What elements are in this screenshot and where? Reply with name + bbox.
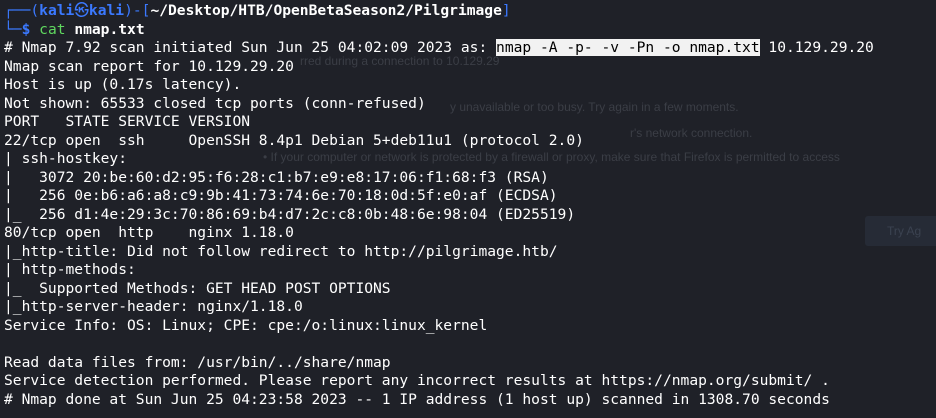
- prompt-corner: ┌──: [4, 2, 31, 19]
- output-line: Nmap scan report for 10.129.29.20: [4, 57, 294, 75]
- output-text: 10.129.29.20: [759, 39, 874, 56]
- output-text: # Nmap 7.92 scan initiated Sun Jun 25 04…: [4, 39, 497, 56]
- prompt-separator: )-[: [124, 2, 151, 19]
- prompt-bracket-close: ]: [501, 2, 511, 19]
- output-line: Not shown: 65533 closed tcp ports (conn-…: [4, 94, 426, 112]
- selected-text-highlight[interactable]: nmap -A -p- -v -Pn -o nmap.txt: [496, 39, 760, 56]
- background-try-again-button: Try Ag: [865, 216, 936, 246]
- prompt-user: kali: [39, 2, 75, 19]
- background-error-text: • If your computer or network is protect…: [263, 150, 840, 164]
- command-argument: nmap.txt: [74, 20, 145, 38]
- command-name: cat: [39, 20, 66, 38]
- prompt-dollar: $: [21, 20, 31, 38]
- command-line[interactable]: └─$ cat nmap.txt: [4, 21, 145, 40]
- output-line: | 3072 20:be:60:d2:95:f6:28:c1:b7:e9:e8:…: [4, 168, 549, 186]
- terminal-window[interactable]: rred during a connection to 10.129.29 y …: [0, 0, 936, 418]
- output-line: |_ Supported Methods: GET HEAD POST OPTI…: [4, 279, 391, 297]
- output-line: # Nmap done at Sun Jun 25 04:23:58 2023 …: [4, 390, 830, 408]
- output-line: # Nmap 7.92 scan initiated Sun Jun 25 04…: [4, 39, 874, 58]
- prompt-paren-open: (: [30, 2, 40, 19]
- prompt-cwd: ~/Desktop/HTB/OpenBetaSeason2/Pilgrimage: [150, 2, 502, 19]
- output-line: 80/tcp open http nginx 1.18.0: [4, 224, 294, 241]
- prompt-at-symbol: ㉿: [74, 2, 89, 19]
- output-line: 22/tcp open ssh OpenSSH 8.4p1 Debian 5+d…: [4, 131, 584, 149]
- output-line: | http-methods:: [4, 261, 145, 278]
- background-error-text: r's network connection.: [630, 126, 753, 140]
- prompt-line: ┌──(kali㉿kali)-[~/Desktop/HTB/OpenBetaSe…: [4, 2, 511, 21]
- output-line: PORT STATE SERVICE VERSION: [4, 113, 251, 130]
- output-line: |_ 256 d1:4e:29:3c:70:86:69:b4:d7:2c:c8:…: [4, 205, 576, 223]
- output-line: Service detection performed. Please repo…: [4, 372, 830, 389]
- output-line: Read data files from: /usr/bin/../share/…: [4, 353, 391, 371]
- output-line: Host is up (0.17s latency).: [4, 76, 242, 93]
- prompt-corner-bottom: └─: [4, 20, 22, 38]
- output-line: | 256 0e:b6:a6:a8:c9:9b:41:73:74:6e:70:1…: [4, 187, 558, 204]
- output-line: | ssh-hostkey:: [4, 150, 136, 167]
- background-error-text: y unavailable or too busy. Try again in …: [450, 100, 739, 114]
- prompt-host: kali: [88, 2, 125, 19]
- output-line: Service Info: OS: Linux; CPE: cpe:/o:lin…: [4, 316, 488, 334]
- output-line: |_http-title: Did not follow redirect to…: [4, 242, 558, 260]
- output-line: |_http-server-header: nginx/1.18.0: [4, 298, 303, 315]
